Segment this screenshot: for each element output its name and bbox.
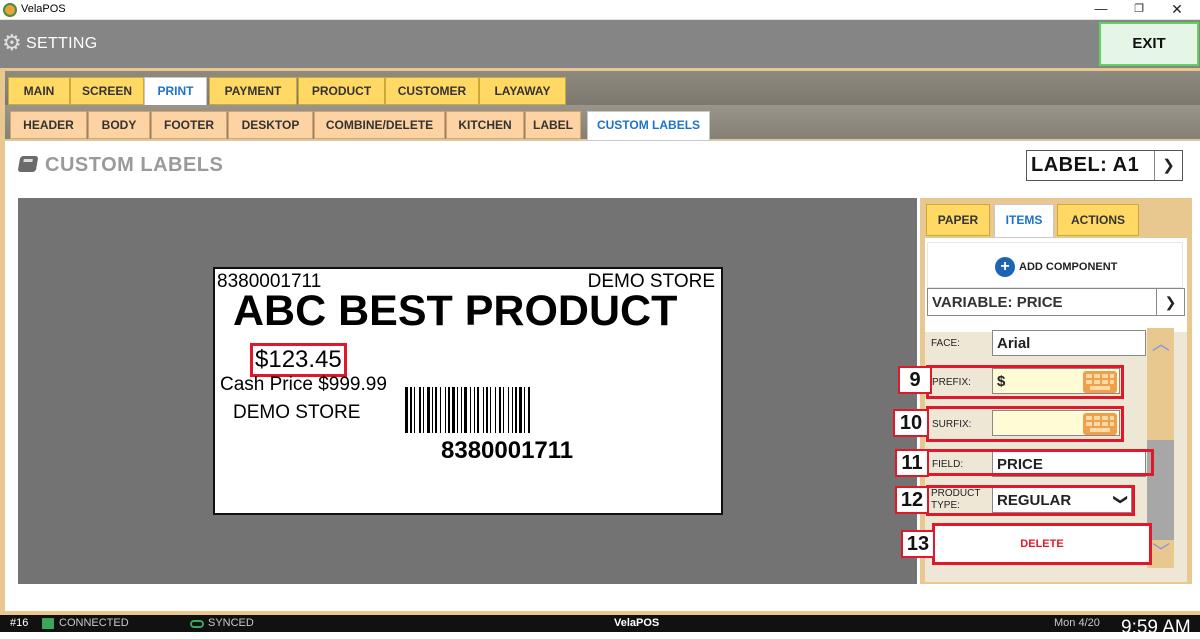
tab-layaway[interactable]: LAYAWAY <box>479 77 566 105</box>
plus-circle-icon: + <box>995 257 1015 277</box>
callout-11: 11 <box>895 449 929 477</box>
tab-print[interactable]: PRINT <box>144 77 207 107</box>
component-select[interactable]: VARIABLE: PRICE ❯ <box>927 288 1185 316</box>
subtab-footer[interactable]: FOOTER <box>151 111 227 139</box>
sub-tab-bar: HEADER BODY FOOTER DESKTOP COMBINE/DELET… <box>5 105 1200 141</box>
tab-payment[interactable]: PAYMENT <box>209 77 297 105</box>
settings-header: ⚙ SETTING <box>0 20 1200 68</box>
scroll-up-icon[interactable]: ︿ <box>1150 333 1172 355</box>
station-number: #16 <box>10 617 29 629</box>
callout-12: 12 <box>895 486 929 514</box>
highlight-field <box>926 449 1154 476</box>
highlight-surfix <box>926 406 1124 442</box>
label-select-value: LABEL: A1 <box>1031 154 1140 176</box>
face-value: Arial <box>997 335 1031 352</box>
subtab-label[interactable]: LABEL <box>525 111 581 139</box>
face-field[interactable]: Arial <box>992 330 1146 356</box>
header-title: SETTING <box>26 35 98 52</box>
cloud-icon <box>190 620 204 628</box>
callout-10: 10 <box>893 409 929 437</box>
label-barcode-number[interactable]: 8380001711 <box>441 437 573 465</box>
label-product-name[interactable]: ABC BEST PRODUCT <box>233 287 677 336</box>
window-titlebar: VelaPOS — ❐ ✕ <box>0 0 1200 20</box>
subtab-body[interactable]: BODY <box>88 111 150 139</box>
barcode[interactable] <box>405 387 637 433</box>
main-tab-bar: MAIN SCREEN PRINT PAYMENT PRODUCT CUSTOM… <box>5 71 1200 107</box>
window-title: VelaPOS <box>21 3 66 15</box>
chevron-down-icon: ❯ <box>1156 289 1184 315</box>
add-component-button[interactable]: + ADD COMPONENT <box>927 242 1183 288</box>
label-store-bottom[interactable]: DEMO STORE <box>233 402 360 424</box>
label-select[interactable]: LABEL: A1 ❯ <box>1026 150 1183 181</box>
connection-status: CONNECTED <box>59 617 129 629</box>
subtab-desktop[interactable]: DESKTOP <box>228 111 313 139</box>
label-cash-price[interactable]: Cash Price $999.99 <box>220 374 387 396</box>
highlight-prefix <box>926 365 1124 399</box>
chevron-down-icon: ❯ <box>1154 151 1182 180</box>
page-title: CUSTOM LABELS <box>45 154 224 176</box>
status-taskbar: #16 CONNECTED SYNCED VelaPOS Mon 4/20 9:… <box>0 615 1200 638</box>
subtab-combine-delete[interactable]: COMBINE/DELETE <box>314 111 445 139</box>
tab-paper[interactable]: PAPER <box>926 204 990 236</box>
app-logo-icon <box>3 3 17 17</box>
highlight-product-type <box>926 485 1135 516</box>
callout-13: 13 <box>901 530 935 558</box>
face-label: FACE: <box>931 338 960 349</box>
gear-icon: ⚙ <box>2 30 22 55</box>
tab-product[interactable]: PRODUCT <box>298 77 385 105</box>
subtab-header[interactable]: HEADER <box>10 111 87 139</box>
delete-button[interactable]: DELETE <box>932 523 1152 565</box>
tab-customer[interactable]: CUSTOMER <box>385 77 479 105</box>
label-paper[interactable]: 8380001711 DEMO STORE ABC BEST PRODUCT $… <box>213 267 723 515</box>
tab-actions[interactable]: ACTIONS <box>1057 204 1139 236</box>
scroll-down-icon[interactable]: ﹀ <box>1150 541 1172 563</box>
sync-status: SYNCED <box>208 617 254 629</box>
tab-items[interactable]: ITEMS <box>994 204 1054 238</box>
add-component-label: ADD COMPONENT <box>1019 261 1118 273</box>
subtab-kitchen[interactable]: KITCHEN <box>446 111 524 139</box>
tab-screen[interactable]: SCREEN <box>70 77 144 105</box>
taskbar-brand: VelaPOS <box>614 617 660 629</box>
label-price[interactable]: $123.45 <box>250 343 347 377</box>
component-select-value: VARIABLE: PRICE <box>932 294 1063 311</box>
printer-icon <box>17 156 39 172</box>
taskbar-date: Mon 4/20 <box>1054 617 1100 629</box>
tab-main[interactable]: MAIN <box>8 77 70 105</box>
exit-button[interactable]: EXIT <box>1099 22 1199 66</box>
callout-9: 9 <box>898 366 932 394</box>
subtab-custom-labels[interactable]: CUSTOM LABELS <box>587 111 710 141</box>
network-icon <box>42 618 54 629</box>
close-icon[interactable]: ✕ <box>1154 0 1200 20</box>
taskbar-time: 9:59 AM <box>1121 617 1191 638</box>
